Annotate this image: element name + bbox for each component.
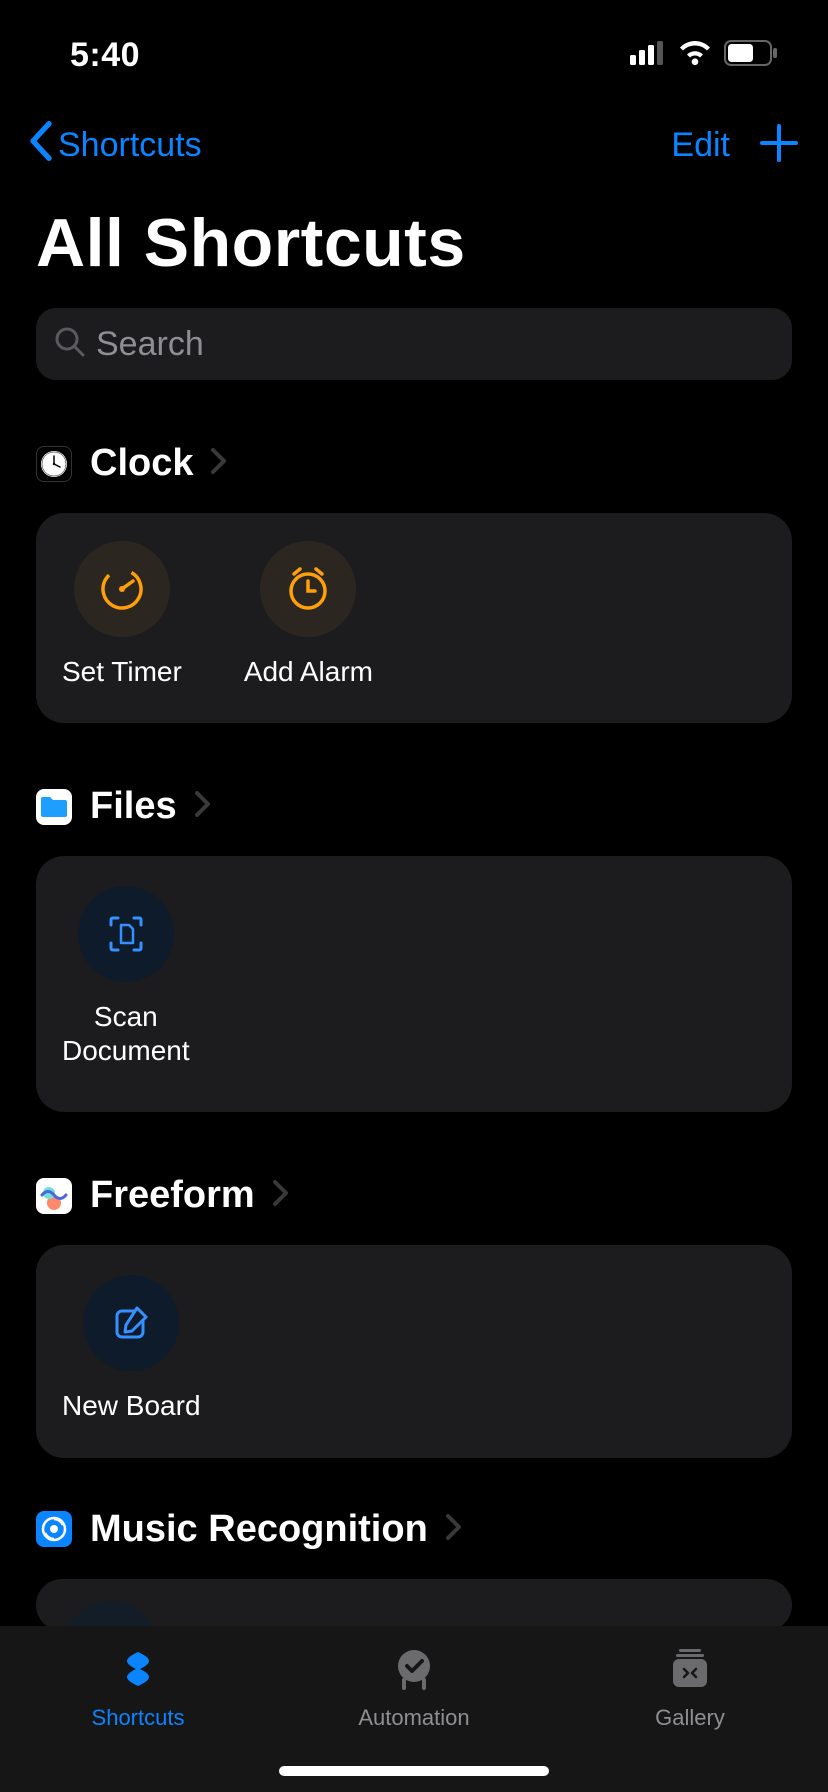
alarm-icon <box>260 541 356 637</box>
shortcut-new-board[interactable]: New Board <box>62 1275 201 1423</box>
search-icon <box>54 326 86 363</box>
tab-label: Automation <box>358 1705 469 1731</box>
tab-label: Shortcuts <box>92 1705 185 1731</box>
add-button[interactable] <box>758 122 800 169</box>
nav-header: Shortcuts Edit <box>0 110 828 180</box>
music-shortcuts-card <box>36 1579 792 1631</box>
battery-icon <box>724 40 778 71</box>
automation-tab-icon <box>390 1644 438 1697</box>
status-bar: 5:40 <box>0 0 828 110</box>
search-input[interactable]: Search <box>36 308 792 380</box>
status-time: 5:40 <box>70 36 140 75</box>
section-header-music[interactable]: Music Recognition <box>36 1508 792 1551</box>
files-app-icon <box>36 789 72 825</box>
chevron-right-icon <box>273 1180 289 1211</box>
plus-icon <box>758 122 800 164</box>
shortcut-scan-document[interactable]: Scan Document <box>62 886 190 1068</box>
section-header-files[interactable]: Files <box>36 785 792 828</box>
files-shortcuts-card: Scan Document <box>36 856 792 1112</box>
search-placeholder: Search <box>96 325 204 364</box>
scan-doc-icon <box>78 886 174 982</box>
back-label: Shortcuts <box>58 126 202 165</box>
compose-icon <box>83 1275 179 1371</box>
wifi-icon <box>678 41 712 70</box>
timer-icon <box>74 541 170 637</box>
freeform-shortcuts-card: New Board <box>36 1245 792 1457</box>
freeform-app-icon <box>36 1178 72 1214</box>
chevron-right-icon <box>195 791 211 822</box>
section-title: Music Recognition <box>90 1508 428 1551</box>
section-title: Clock <box>90 442 193 485</box>
content: Clock Set Timer Add Alarm Files <box>0 442 828 1631</box>
cellular-icon <box>630 41 666 70</box>
music-recognition-app-icon <box>36 1511 72 1547</box>
shortcut-set-timer[interactable]: Set Timer <box>62 541 182 689</box>
shortcut-add-alarm[interactable]: Add Alarm <box>244 541 373 689</box>
shortcut-label: New Board <box>62 1389 201 1423</box>
tab-gallery[interactable]: Gallery <box>552 1644 828 1792</box>
chevron-left-icon <box>28 121 54 170</box>
section-header-clock[interactable]: Clock <box>36 442 792 485</box>
clock-app-icon <box>36 446 72 482</box>
back-button[interactable]: Shortcuts <box>28 121 202 170</box>
gallery-tab-icon <box>665 1644 715 1697</box>
section-title: Files <box>90 785 177 828</box>
shortcut-label: Scan Document <box>62 1000 190 1068</box>
tab-shortcuts[interactable]: Shortcuts <box>0 1644 276 1792</box>
tab-label: Gallery <box>655 1705 725 1731</box>
page-title: All Shortcuts <box>0 180 828 308</box>
edit-button[interactable]: Edit <box>671 126 730 165</box>
home-indicator[interactable] <box>279 1766 549 1776</box>
chevron-right-icon <box>446 1514 462 1545</box>
shortcut-label: Add Alarm <box>244 655 373 689</box>
chevron-right-icon <box>211 448 227 479</box>
section-title: Freeform <box>90 1174 255 1217</box>
status-icons <box>630 40 778 71</box>
shortcut-label: Set Timer <box>62 655 182 689</box>
clock-shortcuts-card: Set Timer Add Alarm <box>36 513 792 723</box>
shortcuts-tab-icon <box>112 1644 164 1697</box>
section-header-freeform[interactable]: Freeform <box>36 1174 792 1217</box>
